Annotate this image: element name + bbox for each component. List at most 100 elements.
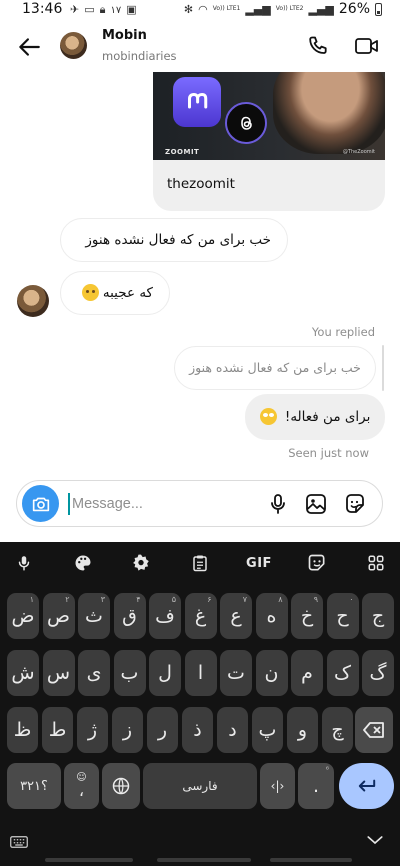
back-arrow-icon[interactable] <box>16 34 42 60</box>
key-number-hint: ۸ <box>278 595 283 604</box>
key-label: م <box>301 662 313 684</box>
keyboard-switch-icon[interactable] <box>10 834 28 853</box>
apps-grid-icon[interactable] <box>365 552 387 574</box>
gallery-icon: ▣ <box>126 3 137 16</box>
letter-key[interactable]: ژ <box>77 707 108 753</box>
keyboard-system-bar <box>0 828 400 866</box>
shared-post-thumbnail: ZOOMIT @TheZoomit <box>153 72 385 160</box>
nav-handle-center[interactable] <box>157 858 251 862</box>
letter-key[interactable]: پ <box>252 707 283 753</box>
letter-key[interactable]: ش <box>7 650 39 696</box>
nav-handle-right <box>270 858 352 862</box>
letter-key[interactable]: ه۸ <box>255 593 288 639</box>
backspace-key[interactable] <box>355 707 393 753</box>
letter-key[interactable]: ص۲ <box>42 593 75 639</box>
letter-key[interactable]: س <box>42 650 75 696</box>
letter-key[interactable]: ج <box>362 593 394 639</box>
comma-key[interactable]: ☺ ، <box>64 763 99 809</box>
cursor-arrows-icon: ‹|› <box>270 779 285 793</box>
period-key[interactable]: ⁶ . <box>298 763 334 809</box>
key-label: ا <box>197 662 204 684</box>
space-key[interactable]: فارسی <box>143 763 257 809</box>
letter-key[interactable]: ک <box>326 650 359 696</box>
hide-keyboard-chevron-icon[interactable] <box>366 832 384 851</box>
key-label: ص <box>47 605 70 627</box>
key-label: س <box>46 662 71 684</box>
key-label: و <box>297 719 308 741</box>
letter-key[interactable]: ت <box>220 650 252 696</box>
key-label: ب <box>120 662 139 684</box>
outgoing-message[interactable]: برای من فعاله! <box>245 394 385 440</box>
letter-key[interactable]: ق۴ <box>113 593 146 639</box>
letter-key[interactable]: ر <box>147 707 178 753</box>
letter-key[interactable]: ز <box>112 707 143 753</box>
reply-label: You replied <box>311 325 375 339</box>
wifi-icon: ◠ <box>198 2 208 16</box>
letter-key[interactable]: ظ <box>7 707 38 753</box>
message-list[interactable]: ZOOMIT @TheZoomit thezoomit خب برای من ک… <box>0 72 400 472</box>
letter-key[interactable]: غ۶ <box>184 593 217 639</box>
video-call-icon[interactable] <box>354 34 380 58</box>
gif-button[interactable]: GIF <box>244 552 274 574</box>
clipboard-icon[interactable] <box>189 552 211 574</box>
letter-key[interactable]: ط <box>42 707 73 753</box>
palette-icon[interactable] <box>72 552 94 574</box>
letter-key[interactable]: ی <box>78 650 110 696</box>
chat-header: Mobin mobindiaries <box>0 22 400 72</box>
key-label: ط <box>48 719 67 741</box>
letter-key[interactable]: ع۷ <box>220 593 252 639</box>
emoji-sticker-icon[interactable] <box>306 552 328 574</box>
phone-icon[interactable] <box>307 34 331 58</box>
cursor-move-key[interactable]: ‹|› <box>260 763 295 809</box>
contact-name[interactable]: Mobin <box>102 28 147 43</box>
backspace-icon <box>363 722 384 738</box>
key-number-hint: ۷ <box>242 595 247 604</box>
sender-avatar[interactable] <box>17 285 49 317</box>
incoming-message[interactable]: خب برای من که فعال نشده هنوز <box>60 218 288 262</box>
letter-key[interactable]: ح۰ <box>326 593 359 639</box>
settings-gear-icon[interactable] <box>130 552 152 574</box>
nav-handle-left <box>45 858 133 862</box>
microphone-icon[interactable] <box>266 492 290 516</box>
numbers-symbols-key[interactable]: ؟۳۲۱ <box>7 763 61 809</box>
contact-username[interactable]: mobindiaries <box>102 49 177 63</box>
letter-key[interactable]: ا <box>184 650 217 696</box>
camera-button[interactable] <box>22 485 59 522</box>
shared-post-card[interactable]: ZOOMIT @TheZoomit thezoomit <box>153 72 385 211</box>
letter-key[interactable]: ذ <box>182 707 213 753</box>
language-key[interactable] <box>102 763 140 809</box>
key-label: ن <box>264 662 279 684</box>
letter-key[interactable]: خ۹ <box>291 593 323 639</box>
key-label: ع <box>230 605 242 627</box>
voice-input-icon[interactable] <box>13 552 35 574</box>
letter-key[interactable]: م <box>291 650 323 696</box>
threads-logo-icon <box>225 102 267 144</box>
letter-key[interactable]: ث۳ <box>78 593 110 639</box>
quoted-message[interactable]: خب برای من که فعال نشده هنوز <box>174 346 376 390</box>
eye-roll-face-icon <box>259 407 277 425</box>
letter-key[interactable]: د <box>217 707 248 753</box>
enter-key[interactable] <box>339 763 394 809</box>
letter-key[interactable]: ف۵ <box>149 593 181 639</box>
message-input[interactable] <box>72 489 262 519</box>
signal-icon: ▂▄▆ <box>245 2 271 16</box>
letter-key[interactable]: ن <box>255 650 288 696</box>
key-number-hint: ۳ <box>100 595 105 604</box>
letter-key[interactable]: چ <box>322 707 353 753</box>
letter-key[interactable]: ب <box>113 650 146 696</box>
gallery-icon[interactable] <box>304 492 328 516</box>
key-label: ذ <box>193 719 202 741</box>
lock-icon: 🔒︎ <box>99 3 106 16</box>
period-hint-icon: ⁶ <box>325 765 329 774</box>
sticker-icon[interactable] <box>343 492 367 516</box>
key-label: گ <box>369 662 387 684</box>
letter-key[interactable]: ل <box>149 650 181 696</box>
shared-post-title: thezoomit <box>167 176 235 192</box>
incoming-message[interactable]: که عجیبه <box>60 271 170 315</box>
avatar[interactable] <box>60 32 87 59</box>
letter-key[interactable]: ض۱ <box>7 593 39 639</box>
camera-icon <box>32 497 49 511</box>
letter-key[interactable]: و <box>287 707 318 753</box>
key-label: غ <box>194 605 207 627</box>
letter-key[interactable]: گ <box>362 650 394 696</box>
